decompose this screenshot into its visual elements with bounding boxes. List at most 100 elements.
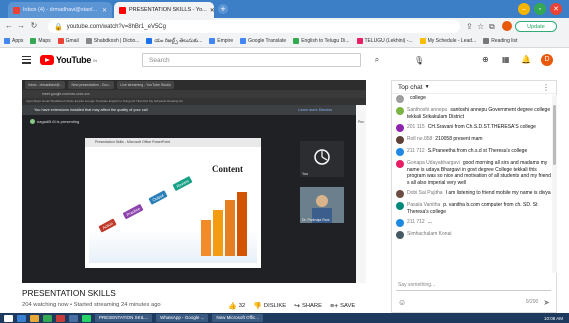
tab-gmail-inbox[interactable]: Inbox (4) - drmadhavi@stanl... ✕ [8, 2, 112, 18]
chat-author-name[interactable]: Roll no.058 [407, 136, 432, 142]
bookmark-apps[interactable]: Apps [4, 38, 23, 44]
bookmark-empire[interactable]: Empire [209, 38, 233, 44]
slide-title: Content [212, 164, 243, 174]
chat-input[interactable]: Say something... [396, 279, 551, 291]
bookmark-gmail[interactable]: Gmail [57, 38, 79, 44]
start-icon[interactable] [4, 314, 13, 322]
chevron-down-icon[interactable]: ▼ [425, 84, 430, 90]
char-count: 0/200 [525, 299, 539, 305]
chat-author-avatar[interactable] [396, 107, 404, 115]
apps-grid-icon[interactable]: ▦ [502, 55, 510, 64]
taskbar-app-presentation[interactable]: PRESENTATION SKIL... [95, 314, 153, 322]
bookmark-lekhini[interactable]: TELUGU (Lekhini) -... [356, 38, 413, 44]
chat-author-name[interactable]: 211 712 [407, 219, 425, 225]
word-icon[interactable] [69, 314, 78, 322]
minimize-button[interactable]: – [518, 3, 530, 15]
chat-author-name[interactable]: 211 712 [407, 148, 425, 154]
top-chat-dropdown[interactable]: Top chat [398, 84, 423, 91]
chat-author-avatar[interactable] [396, 148, 404, 156]
youtube-logo[interactable]: YouTube IN [40, 55, 97, 65]
chat-author-name[interactable]: Santhoshi annepu [407, 107, 447, 113]
dislike-button[interactable]: 👎 DISLIKE [253, 302, 286, 310]
chat-author-name[interactable]: Dobi Sai Pujitha [407, 190, 443, 196]
bookmark-google-translate[interactable]: Google Translate [240, 38, 286, 44]
bookmark-english-telugu[interactable]: English to Telugu Di... [293, 38, 350, 44]
chat-message-text: S.Praneetha from ch.s.d st Theresa's col… [427, 148, 528, 154]
chat-author-avatar[interactable] [396, 124, 404, 132]
windows-taskbar: PRESENTATION SKIL... WhatsApp - Google .… [0, 313, 569, 323]
search-input[interactable]: Search [142, 53, 361, 67]
file-explorer-icon[interactable] [17, 314, 26, 322]
new-tab-button[interactable]: + [218, 4, 228, 14]
back-button[interactable]: ← [3, 21, 15, 30]
youtube-page: YouTube IN Search ⌕ 🎙 ⊕ ▦ 🔔 D Inbox - dr… [0, 48, 569, 313]
chat-scroll-thumb[interactable] [553, 105, 556, 165]
chat-message: 211 712 S.Praneetha from ch.s.d st Theres… [396, 148, 552, 156]
notifications-bell-icon[interactable]: 🔔 [521, 55, 531, 64]
chat-author-avatar[interactable] [396, 219, 404, 227]
profile-avatar[interactable] [502, 21, 512, 31]
participant-tile[interactable]: Dr. Padmaja Rani [300, 187, 344, 223]
extensions-icon[interactable]: ⧉ [489, 22, 495, 32]
share-arrow-icon: ↪ [294, 303, 300, 310]
share-window-title: Presentation Skills - Microsoft Office P… [85, 138, 261, 147]
bookmark-star-icon[interactable]: ☆ [477, 22, 484, 31]
app-icon[interactable] [82, 314, 91, 322]
taskbar-app-whatsapp[interactable]: WhatsApp - Google ... [156, 314, 209, 322]
chat-scrollbar[interactable] [552, 95, 557, 273]
maximize-button[interactable]: ▫ [534, 3, 546, 15]
chat-message-text: I am listening to friend mobile my name … [445, 190, 551, 196]
tab-youtube-presentation[interactable]: PRESENTATION SKILLS - Yo... ✕ [114, 2, 214, 18]
reload-button[interactable]: ↻ [28, 21, 40, 30]
tab-label: Inbox (4) - drmadhavi@stanl... [23, 7, 98, 13]
emoji-icon[interactable]: ☺ [398, 298, 406, 307]
save-button[interactable]: ≡+ SAVE [330, 302, 355, 310]
slide-step: Practice [122, 203, 144, 220]
chat-author-name[interactable]: Pasala Vanitha [407, 202, 440, 208]
bookmark-reading-list[interactable]: Reading list [483, 38, 517, 44]
update-label: Update [527, 23, 545, 30]
folder-icon[interactable] [30, 314, 39, 322]
tab-label: PRESENTATION SKILLS - Yo... [129, 7, 207, 13]
close-tab-icon[interactable]: ✕ [210, 7, 214, 14]
extension-warning: You have extensions installed that may a… [22, 105, 356, 115]
microphone-icon[interactable]: 🎙 [414, 56, 424, 65]
share-page-icon[interactable]: ⇪ [466, 22, 473, 31]
menu-icon[interactable] [22, 56, 31, 66]
chat-author-name[interactable]: 201 115 [407, 124, 425, 130]
like-button[interactable]: 👍 32 [228, 302, 245, 310]
people-panel-edge: Peo [356, 105, 366, 283]
bookmark-my-schedule[interactable]: My Schedule - Lead... [419, 38, 476, 44]
close-window-button[interactable]: ✕ [550, 3, 562, 15]
bookmark-telugu-results[interactable]: యం రిజల్ట్స్ తెలుసుకు... [146, 38, 202, 45]
bookmark-shabdkosh[interactable]: Shabdkosh | Dictio... [85, 38, 139, 44]
chat-author-avatar[interactable] [396, 160, 404, 168]
chat-author-avatar[interactable] [396, 136, 404, 144]
video-player[interactable]: Inbox - drmadhavi@... New presentation -… [22, 80, 366, 283]
close-tab-icon[interactable]: ✕ [102, 7, 107, 14]
forward-button[interactable]: → [15, 21, 27, 30]
media-player-icon[interactable] [56, 314, 65, 322]
search-icon[interactable]: ⌕ [370, 53, 384, 67]
chat-author-avatar[interactable] [396, 202, 404, 210]
chat-author-avatar[interactable] [396, 95, 404, 103]
slide-bar-shape [213, 210, 223, 256]
taskbar-app-office[interactable]: New Microsoft Offic... [212, 314, 264, 322]
chat-author-name[interactable]: Simhachalam Konai [407, 231, 451, 237]
update-button[interactable]: Update [515, 21, 557, 32]
address-bar[interactable]: 🔒 youtube.com/watch?v=8hBr1_eV5Cg [48, 20, 460, 33]
more-options-icon[interactable]: ⋮ [542, 83, 550, 92]
account-avatar[interactable]: D [541, 54, 553, 66]
bookmark-maps[interactable]: Maps [30, 38, 51, 44]
send-icon[interactable]: ➤ [543, 298, 550, 307]
chat-author-name[interactable]: Gonapa Udayabhargavi [407, 160, 460, 166]
chat-author-avatar[interactable] [396, 190, 404, 198]
participant-tile[interactable]: You [300, 141, 344, 177]
site-icon [85, 38, 92, 44]
chrome-icon[interactable] [43, 314, 52, 322]
chat-author-avatar[interactable] [396, 231, 404, 239]
youtube-favicon-icon [119, 6, 126, 14]
gmail-icon [13, 6, 20, 14]
share-button[interactable]: ↪ SHARE [294, 302, 322, 310]
create-video-icon[interactable]: ⊕ [482, 55, 489, 64]
